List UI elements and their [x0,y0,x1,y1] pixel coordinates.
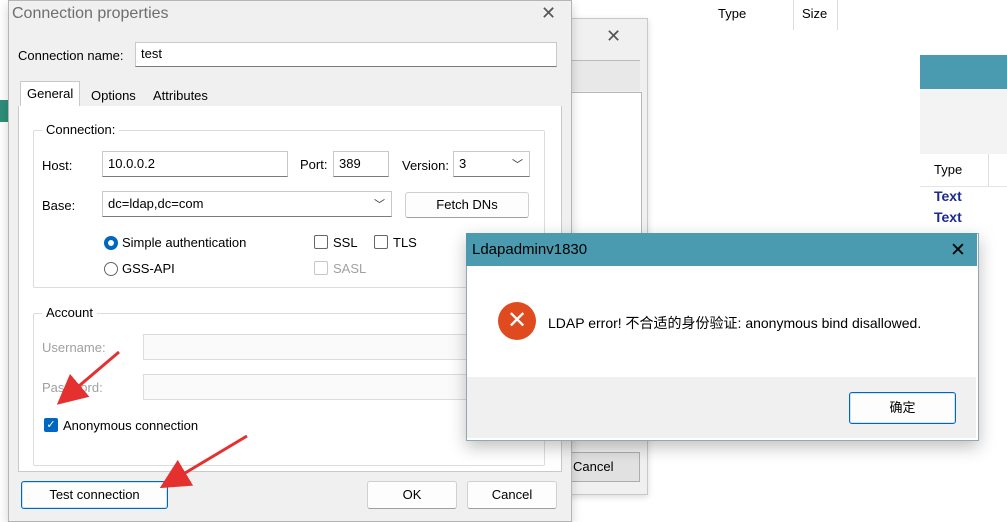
ssl-checkbox[interactable] [314,235,328,249]
tls-label[interactable]: TLS [393,235,417,250]
chevron-down-icon: ﹀ [374,199,385,211]
background-tree-icon [0,100,8,122]
right-table-cell[interactable]: Text [934,188,962,204]
ok-button[interactable]: OK [367,481,457,509]
column-header-type[interactable]: Type [710,0,794,30]
tab-options[interactable]: Options [85,84,142,108]
message-box-title: Ldapadminv1830 [472,241,588,258]
right-table-header-type[interactable]: Type [934,162,962,177]
tab-general[interactable]: General [20,81,81,108]
port-input[interactable]: 389 [333,151,389,177]
simple-auth-radio[interactable] [104,236,118,250]
gss-api-radio[interactable] [104,262,118,276]
simple-auth-label[interactable]: Simple authentication [122,235,246,250]
tab-attributes[interactable]: Attributes [147,84,214,108]
dialog-title: Connection properties [12,5,169,22]
right-table-cell[interactable]: Text [934,209,962,225]
right-table-divider [988,154,989,186]
sasl-checkbox[interactable] [314,261,328,275]
behind-dialog-toolbar [560,60,640,91]
chevron-down-icon: ﹀ [512,159,523,171]
host-input[interactable]: 10.0.0.2 [102,151,288,177]
ssl-label[interactable]: SSL [333,235,358,250]
host-label: Host: [42,158,73,173]
error-message-text: LDAP error! 不合适的身份验证: anonymous bind dis… [548,315,922,331]
sasl-label: SASL [333,261,367,276]
background-teal-bar [920,55,1007,89]
test-connection-button[interactable]: Test connection [21,481,168,509]
port-label: Port: [300,157,328,172]
anonymous-connection-label[interactable]: Anonymous connection [63,418,198,433]
dialog-close-icon[interactable]: ✕ [541,4,556,22]
error-icon: ✕ [498,302,536,340]
message-box-close-icon[interactable]: ✕ [950,239,966,262]
message-box-ok-button[interactable]: 确定 [849,392,956,424]
version-label: Version: [402,158,449,173]
anonymous-connection-checkbox[interactable]: ✓ [44,418,58,432]
gss-api-label[interactable]: GSS-API [122,261,175,276]
connection-group-legend: Connection: [42,122,120,137]
background-toolbar-band [920,89,1007,154]
behind-dialog-close-icon[interactable]: ✕ [606,27,621,45]
base-label: Base: [42,198,76,213]
tls-checkbox[interactable] [374,235,388,249]
version-select[interactable]: 3 ﹀ [453,151,530,177]
password-label: Password: [42,380,103,395]
behind-dialog-cancel-button[interactable]: Cancel [560,452,640,482]
fetch-dns-button[interactable]: Fetch DNs [405,192,529,218]
column-header-size[interactable]: Size [794,0,838,30]
base-combobox[interactable]: dc=ldap,dc=com ﹀ [102,191,392,217]
account-group-legend: Account [42,305,97,320]
cancel-button[interactable]: Cancel [467,481,557,509]
connection-name-label: Connection name: [18,48,124,63]
connection-name-input[interactable]: test [135,42,557,67]
username-label: Username: [42,340,106,355]
